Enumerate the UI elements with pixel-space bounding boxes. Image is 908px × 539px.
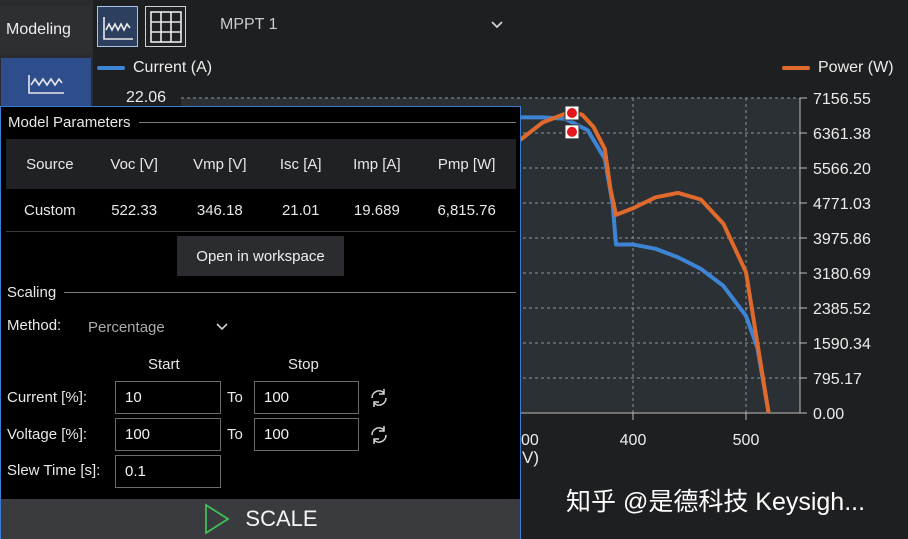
x-axis-ticks: 00 400 500 xyxy=(519,413,760,449)
slew-time-input[interactable]: 0.1 xyxy=(115,455,221,488)
scale-button-label: SCALE xyxy=(245,506,318,531)
open-in-workspace-button[interactable]: Open in workspace xyxy=(177,236,344,276)
voltage-stop-input[interactable]: 100 xyxy=(254,418,359,451)
column-header: Pmp [W] xyxy=(417,139,516,189)
x-tick-label: 00 xyxy=(521,432,539,449)
start-column-header: Start xyxy=(148,356,180,373)
column-header: Voc [V] xyxy=(93,139,175,189)
voltage-start-input[interactable]: 100 xyxy=(115,418,221,451)
table-cell: 346.18 xyxy=(196,201,243,219)
model-parameters-header: Model Parameters xyxy=(8,114,516,131)
divider xyxy=(64,292,516,293)
right-tick-label: 6361.38 xyxy=(813,126,871,143)
left-axis-top-tick: 22.06 xyxy=(126,89,167,106)
x-tick-label: 400 xyxy=(620,432,647,449)
current-start-input[interactable]: 10 xyxy=(115,381,221,414)
table-row: Custom 522.33 346.18 21.01 19.689 6,815.… xyxy=(6,189,516,232)
x-axis-label: V) xyxy=(522,448,539,467)
voltage-percent-label: Voltage [%]: xyxy=(7,426,88,443)
right-tick-label: 7156.55 xyxy=(813,91,871,108)
stop-column-header: Stop xyxy=(288,356,319,373)
right-tick-label: 0.00 xyxy=(813,406,844,423)
to-label: To xyxy=(227,389,243,406)
right-tick-label: 1590.34 xyxy=(813,336,871,353)
current-percent-label: Current [%]: xyxy=(7,389,88,406)
reset-icon[interactable] xyxy=(368,425,390,445)
method-label: Method: xyxy=(7,317,62,334)
scale-button[interactable]: SCALE xyxy=(1,499,520,539)
column-header: Source xyxy=(6,139,94,189)
column-header: Imp [A] xyxy=(336,139,418,189)
column-header: Isc [A] xyxy=(265,139,337,189)
right-tick-label: 3975.86 xyxy=(813,231,871,248)
table-cell: 522.33 xyxy=(111,201,158,219)
mpp-marker xyxy=(566,126,577,137)
x-tick-label: 500 xyxy=(733,432,760,449)
table-cell: 6,815.76 xyxy=(437,201,496,219)
chevron-down-icon xyxy=(216,323,228,331)
column-header: Vmp [V] xyxy=(174,139,266,189)
current-stop-input[interactable]: 100 xyxy=(254,381,359,414)
model-parameters-title: Model Parameters xyxy=(8,114,131,131)
table-cell: Custom xyxy=(24,201,76,219)
right-tick-label: 2385.52 xyxy=(813,301,871,318)
mpp-marker xyxy=(566,107,577,118)
play-icon xyxy=(205,503,231,535)
to-label: To xyxy=(227,426,243,443)
watermark-text: 知乎 @是德科技 Keysigh... xyxy=(566,488,866,516)
method-select-value: Percentage xyxy=(88,318,165,336)
scaling-title: Scaling xyxy=(7,284,57,301)
right-tick-label: 3180.69 xyxy=(813,266,871,283)
right-tick-label: 4771.03 xyxy=(813,196,871,213)
divider xyxy=(138,122,516,123)
right-axis-ticks: 7156.55 6361.38 5566.20 4771.03 3975.86 3180.… xyxy=(800,91,871,423)
table-cell: 19.689 xyxy=(353,201,400,219)
reset-icon[interactable] xyxy=(368,388,390,408)
right-tick-label: 795.17 xyxy=(813,371,862,388)
slew-time-label: Slew Time [s]: xyxy=(7,462,101,479)
table-header-row: Source Voc [V] Vmp [V] Isc [A] Imp [A] P… xyxy=(6,139,516,189)
method-select[interactable]: Percentage xyxy=(88,315,228,339)
right-tick-label: 5566.20 xyxy=(813,161,871,178)
table-cell: 21.01 xyxy=(281,201,320,219)
scaling-header: Scaling xyxy=(7,284,516,301)
model-parameters-table: Source Voc [V] Vmp [V] Isc [A] Imp [A] P… xyxy=(6,139,516,232)
